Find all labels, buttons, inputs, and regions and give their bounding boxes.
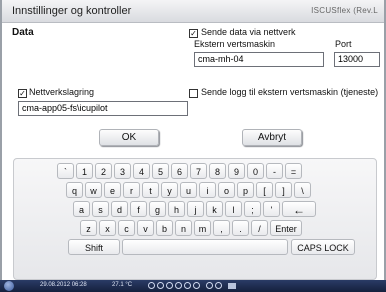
key[interactable]: x bbox=[99, 220, 116, 236]
key[interactable]: l bbox=[225, 201, 242, 217]
key[interactable]: . bbox=[232, 220, 249, 236]
key[interactable]: 5 bbox=[152, 163, 169, 179]
key[interactable]: p bbox=[237, 182, 254, 198]
tray-monitor-icon[interactable] bbox=[228, 283, 236, 289]
backspace-arrow-icon[interactable]: ← bbox=[282, 201, 316, 217]
shift-key[interactable]: Shift bbox=[68, 239, 120, 255]
key[interactable]: z bbox=[80, 220, 97, 236]
key[interactable]: e bbox=[104, 182, 121, 198]
key[interactable]: i bbox=[199, 182, 216, 198]
title-bar: Innstillinger og kontroller ISCUSflex (R… bbox=[2, 0, 384, 23]
key[interactable]: n bbox=[175, 220, 192, 236]
network-storage-checkbox[interactable]: ✓ bbox=[18, 89, 27, 98]
key[interactable]: t bbox=[142, 182, 159, 198]
key[interactable]: v bbox=[137, 220, 154, 236]
key[interactable]: w bbox=[85, 182, 102, 198]
key[interactable]: 9 bbox=[228, 163, 245, 179]
key[interactable]: d bbox=[111, 201, 128, 217]
tray-status-icon bbox=[175, 282, 182, 289]
taskbar: 29.08.2012 06:28 27.1 °C bbox=[0, 280, 386, 292]
key[interactable]: 7 bbox=[190, 163, 207, 179]
network-storage-label: Nettverkslagring bbox=[29, 87, 95, 97]
space-key[interactable] bbox=[122, 239, 288, 255]
key[interactable]: r bbox=[123, 182, 140, 198]
key[interactable]: b bbox=[156, 220, 173, 236]
caps-lock-key[interactable]: CAPS LOCK bbox=[291, 239, 355, 255]
send-log-checkbox[interactable] bbox=[189, 89, 198, 98]
key[interactable]: = bbox=[285, 163, 302, 179]
key[interactable]: j bbox=[187, 201, 204, 217]
key[interactable]: g bbox=[149, 201, 166, 217]
cancel-button[interactable]: Avbryt bbox=[242, 129, 302, 146]
key[interactable]: h bbox=[168, 201, 185, 217]
external-host-input[interactable]: cma-mh-04 bbox=[194, 52, 324, 67]
key[interactable]: u bbox=[180, 182, 197, 198]
key[interactable]: \ bbox=[294, 182, 311, 198]
taskbar-datetime: 29.08.2012 06:28 bbox=[40, 282, 87, 288]
send-network-label: Sende data via nettverk bbox=[201, 27, 296, 37]
key[interactable]: m bbox=[194, 220, 211, 236]
key[interactable]: k bbox=[206, 201, 223, 217]
window-title: Innstillinger og kontroller bbox=[12, 5, 132, 17]
key[interactable]: 2 bbox=[95, 163, 112, 179]
key[interactable]: 4 bbox=[133, 163, 150, 179]
tray-status-icon bbox=[193, 282, 200, 289]
tray-status-icon bbox=[184, 282, 191, 289]
key[interactable]: o bbox=[218, 182, 235, 198]
tray-status-icon bbox=[206, 282, 213, 289]
key[interactable]: - bbox=[266, 163, 283, 179]
key[interactable]: ' bbox=[263, 201, 280, 217]
enter-key[interactable]: Enter bbox=[270, 220, 302, 236]
tray-status-icon bbox=[166, 282, 173, 289]
port-label: Port bbox=[335, 39, 352, 49]
key[interactable]: ; bbox=[244, 201, 261, 217]
port-input[interactable]: 13000 bbox=[334, 52, 380, 67]
key[interactable]: [ bbox=[256, 182, 273, 198]
key[interactable]: c bbox=[118, 220, 135, 236]
external-host-label: Ekstern vertsmaskin bbox=[194, 39, 276, 49]
key[interactable]: 0 bbox=[247, 163, 264, 179]
key[interactable]: 1 bbox=[76, 163, 93, 179]
key[interactable]: , bbox=[213, 220, 230, 236]
send-network-checkbox[interactable]: ✓ bbox=[189, 29, 198, 38]
brand-label: ISCUSflex (Rev.L bbox=[311, 6, 378, 15]
settings-window: Innstillinger og kontroller ISCUSflex (R… bbox=[0, 0, 386, 280]
key[interactable]: 3 bbox=[114, 163, 131, 179]
key[interactable]: ` bbox=[57, 163, 74, 179]
key[interactable]: f bbox=[130, 201, 147, 217]
key[interactable]: s bbox=[92, 201, 109, 217]
ok-button[interactable]: OK bbox=[99, 129, 159, 146]
taskbar-temperature: 27.1 °C bbox=[112, 282, 133, 288]
virtual-keyboard: ` 1 2 3 4 5 6 7 8 9 0 - = q w e r t y u … bbox=[13, 158, 377, 280]
data-section-heading: Data bbox=[12, 27, 34, 38]
checkmark-icon: ✓ bbox=[19, 89, 26, 98]
key[interactable]: 6 bbox=[171, 163, 188, 179]
tray-status-icon bbox=[148, 282, 155, 289]
tray-status-icon bbox=[157, 282, 164, 289]
key[interactable]: y bbox=[161, 182, 178, 198]
key[interactable]: ] bbox=[275, 182, 292, 198]
tray-status-icon bbox=[215, 282, 222, 289]
key[interactable]: a bbox=[73, 201, 90, 217]
send-log-label: Sende logg til ekstern vertsmaskin (tjen… bbox=[201, 87, 379, 97]
key[interactable]: / bbox=[251, 220, 268, 236]
key[interactable]: 8 bbox=[209, 163, 226, 179]
network-storage-input[interactable]: cma-app05-fs\icupilot bbox=[18, 101, 188, 116]
key[interactable]: q bbox=[66, 182, 83, 198]
checkmark-icon: ✓ bbox=[190, 29, 197, 38]
start-orb-icon[interactable] bbox=[4, 281, 14, 291]
